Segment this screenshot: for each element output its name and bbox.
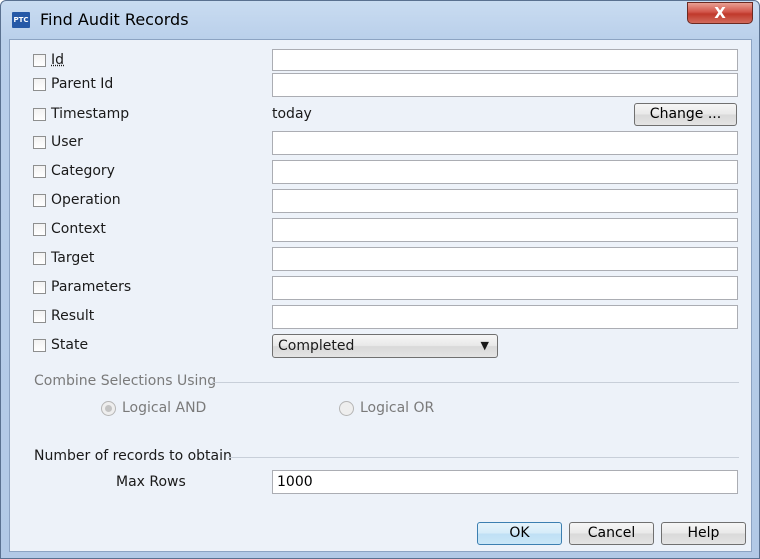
records-group-divider bbox=[228, 457, 739, 458]
chevron-down-icon: ▼ bbox=[480, 339, 489, 352]
label-parent-id: Parent Id bbox=[51, 76, 114, 92]
checkbox-operation[interactable] bbox=[33, 194, 46, 207]
criteria-row-user: User bbox=[10, 131, 753, 155]
criteria-row-timestamp: Timestamp today Change ... bbox=[10, 103, 753, 127]
help-button[interactable]: Help bbox=[661, 522, 746, 545]
close-button[interactable]: X bbox=[687, 2, 753, 24]
logical-and-label: Logical AND bbox=[122, 400, 207, 416]
label-state: State bbox=[51, 337, 89, 353]
criteria-row-state: State Completed ▼ bbox=[10, 334, 753, 358]
label-result: Result bbox=[51, 308, 95, 324]
user-field[interactable] bbox=[272, 131, 738, 155]
dialog-body: Id Parent Id Timestamp today Change ... … bbox=[9, 39, 752, 552]
checkbox-target[interactable] bbox=[33, 252, 46, 265]
criteria-row-category: Category bbox=[10, 160, 753, 184]
ptc-app-icon: PTC bbox=[12, 12, 30, 28]
combine-group-title: Combine Selections Using bbox=[34, 373, 217, 389]
ok-button[interactable]: OK bbox=[477, 522, 562, 545]
label-timestamp: Timestamp bbox=[51, 106, 130, 122]
checkbox-user[interactable] bbox=[33, 136, 46, 149]
target-field[interactable] bbox=[272, 247, 738, 271]
criteria-row-context: Context bbox=[10, 218, 753, 242]
label-id: Id bbox=[51, 52, 65, 68]
criteria-row-parent-id: Parent Id bbox=[10, 73, 753, 97]
cancel-button[interactable]: Cancel bbox=[569, 522, 654, 545]
checkbox-state[interactable] bbox=[33, 339, 46, 352]
label-user: User bbox=[51, 134, 83, 150]
checkbox-category[interactable] bbox=[33, 165, 46, 178]
context-field[interactable] bbox=[272, 218, 738, 242]
checkbox-context[interactable] bbox=[33, 223, 46, 236]
label-context: Context bbox=[51, 221, 106, 237]
id-field[interactable] bbox=[272, 49, 738, 71]
title-bar[interactable]: PTC Find Audit Records X bbox=[1, 1, 759, 39]
checkbox-id[interactable] bbox=[33, 54, 46, 67]
label-category: Category bbox=[51, 163, 115, 179]
parameters-field[interactable] bbox=[272, 276, 738, 300]
logical-or-label: Logical OR bbox=[360, 400, 435, 416]
timestamp-value: today bbox=[272, 106, 312, 122]
label-parameters: Parameters bbox=[51, 279, 132, 295]
combine-group-divider bbox=[212, 382, 739, 383]
criteria-row-parameters: Parameters bbox=[10, 276, 753, 300]
find-audit-records-dialog: PTC Find Audit Records X Id Parent Id Ti… bbox=[0, 0, 760, 559]
category-field[interactable] bbox=[272, 160, 738, 184]
operation-field[interactable] bbox=[272, 189, 738, 213]
logical-or-radio[interactable] bbox=[339, 401, 354, 416]
state-selected-value: Completed bbox=[278, 338, 355, 354]
result-field[interactable] bbox=[272, 305, 738, 329]
criteria-row-id: Id bbox=[10, 49, 753, 73]
criteria-row-target: Target bbox=[10, 247, 753, 271]
criteria-row-result: Result bbox=[10, 305, 753, 329]
checkbox-parent-id[interactable] bbox=[33, 78, 46, 91]
close-icon: X bbox=[714, 4, 726, 22]
state-select[interactable]: Completed ▼ bbox=[272, 334, 498, 358]
checkbox-timestamp[interactable] bbox=[33, 108, 46, 121]
label-operation: Operation bbox=[51, 192, 121, 208]
max-rows-field[interactable] bbox=[272, 470, 738, 494]
logical-and-radio[interactable] bbox=[101, 401, 116, 416]
max-rows-label: Max Rows bbox=[116, 474, 186, 490]
label-target: Target bbox=[51, 250, 95, 266]
parent-id-field[interactable] bbox=[272, 73, 738, 97]
criteria-row-operation: Operation bbox=[10, 189, 753, 213]
records-group-title: Number of records to obtain bbox=[34, 448, 232, 464]
change-timestamp-button[interactable]: Change ... bbox=[634, 103, 737, 126]
checkbox-parameters[interactable] bbox=[33, 281, 46, 294]
dialog-title: Find Audit Records bbox=[40, 10, 189, 29]
checkbox-result[interactable] bbox=[33, 310, 46, 323]
